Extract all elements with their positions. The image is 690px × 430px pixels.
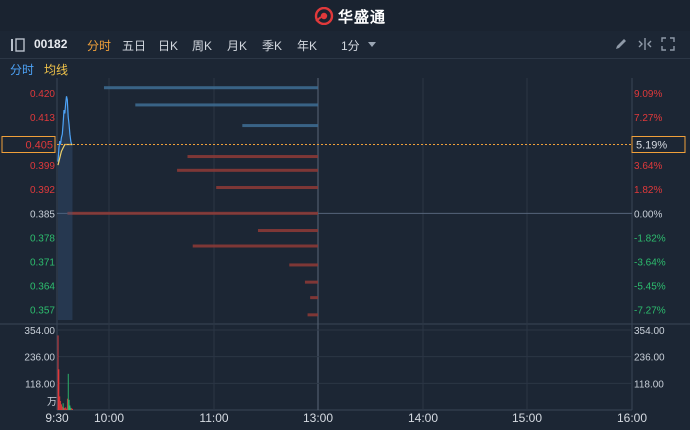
price-level-bar bbox=[192, 244, 318, 248]
volume-bar bbox=[58, 369, 60, 410]
volume-bar bbox=[61, 406, 63, 410]
volume-bar bbox=[69, 405, 71, 410]
pct-tick-label: 0.00% bbox=[634, 209, 662, 220]
volume-tick-label-left: 354.00 bbox=[24, 326, 55, 337]
volume-tick-label-left: 236.00 bbox=[24, 353, 55, 364]
price-level-bar bbox=[310, 296, 318, 300]
current-pct-label: 5.19% bbox=[636, 140, 667, 152]
volume-bar bbox=[62, 403, 64, 410]
volume-bar bbox=[64, 408, 66, 410]
price-tick-label: 0.413 bbox=[30, 113, 55, 124]
volume-bar bbox=[66, 408, 67, 410]
volume-bar bbox=[68, 399, 70, 410]
price-tick-label: 0.371 bbox=[30, 258, 55, 269]
time-tick-label: 9:30 bbox=[45, 411, 69, 425]
price-level-bar bbox=[135, 103, 318, 107]
time-tick-label: 14:00 bbox=[408, 411, 438, 425]
volume-tick-label-left: 118.00 bbox=[25, 379, 55, 390]
volume-bar bbox=[63, 407, 65, 410]
pct-tick-label: -3.64% bbox=[634, 258, 666, 269]
pct-tick-label: 1.82% bbox=[634, 185, 662, 196]
intraday-chart[interactable]: 0.420 0.413 0.399 0.392 0.385 0.378 0.371 0.364… bbox=[0, 0, 690, 430]
price-tick-label: 0.357 bbox=[30, 306, 55, 317]
volume-bar bbox=[60, 400, 62, 410]
price-level-bar bbox=[242, 124, 318, 128]
price-level-bar bbox=[257, 229, 318, 233]
price-tick-label: 0.378 bbox=[30, 233, 55, 244]
time-tick-label: 15:00 bbox=[512, 411, 542, 425]
volume-bar bbox=[71, 408, 73, 410]
pct-tick-label: -1.82% bbox=[634, 233, 666, 244]
volume-tick-label-right: 118.00 bbox=[634, 379, 664, 390]
current-price-label: 0.405 bbox=[25, 140, 53, 152]
price-level-bar bbox=[216, 186, 318, 190]
volume-tick-label-right: 236.00 bbox=[634, 353, 665, 364]
pct-tick-label: -5.45% bbox=[634, 282, 666, 293]
volume-bar bbox=[72, 408, 73, 410]
price-level-bar bbox=[67, 211, 318, 215]
pct-tick-label: 7.27% bbox=[634, 113, 662, 124]
volume-tick-label-right: 354.00 bbox=[634, 326, 665, 337]
price-tick-label: 0.364 bbox=[30, 282, 55, 293]
price-tick-label: 0.399 bbox=[30, 161, 55, 172]
price-tick-label: 0.420 bbox=[30, 89, 55, 100]
volume-bar bbox=[70, 407, 72, 410]
pct-tick-label: 9.09% bbox=[634, 89, 662, 100]
volume-unit-label: 万 bbox=[47, 397, 57, 408]
time-tick-label: 10:00 bbox=[94, 411, 124, 425]
time-tick-label: 16:00 bbox=[617, 411, 647, 425]
price-level-bar bbox=[307, 313, 318, 317]
volume-bar bbox=[57, 335, 59, 410]
pct-tick-label: -7.27% bbox=[634, 306, 666, 317]
price-tick-label: 0.385 bbox=[30, 209, 55, 220]
volume-bar bbox=[67, 373, 69, 410]
price-level-bar bbox=[304, 280, 318, 284]
price-tick-label: 0.392 bbox=[30, 185, 55, 196]
price-level-bar bbox=[289, 263, 318, 267]
volume-bar bbox=[66, 398, 68, 410]
price-level-bar bbox=[177, 168, 318, 172]
pct-tick-label: 3.64% bbox=[634, 161, 662, 172]
price-area bbox=[58, 96, 73, 320]
volume-bar bbox=[65, 407, 67, 410]
volume-bar bbox=[61, 404, 62, 410]
time-tick-label: 11:00 bbox=[199, 411, 228, 425]
time-tick-label: 13:00 bbox=[303, 411, 333, 425]
price-level-bar bbox=[103, 86, 318, 90]
volume-bar bbox=[59, 396, 61, 410]
price-level-bar bbox=[187, 155, 318, 159]
